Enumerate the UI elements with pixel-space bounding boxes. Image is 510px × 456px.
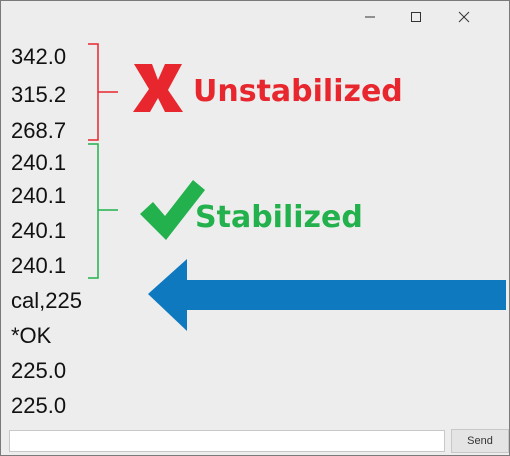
console-line: 240.1 <box>11 253 67 278</box>
console-line: cal,225 <box>11 288 82 313</box>
close-icon <box>458 11 470 23</box>
minimize-button[interactable] <box>347 1 393 33</box>
unstabilized-label: Unstabilized <box>193 74 403 109</box>
title-bar <box>1 1 509 33</box>
console-line: 225.0 <box>11 393 67 418</box>
serial-input[interactable] <box>9 430 445 452</box>
console-line: 268.7 <box>11 118 67 143</box>
input-bar: Send <box>1 427 509 455</box>
console-line: *OK <box>11 323 52 348</box>
send-button[interactable]: Send <box>451 429 509 453</box>
console-line: 342.0 <box>11 44 67 69</box>
console-line: 315.2 <box>11 82 67 107</box>
close-button[interactable] <box>441 1 487 33</box>
console-line: 225.0 <box>11 358 67 383</box>
console-line: 240.1 <box>11 183 67 208</box>
minimize-icon <box>365 16 375 18</box>
stabilized-label: Stabilized <box>195 200 363 235</box>
maximize-icon <box>411 12 421 22</box>
console-line: 240.1 <box>11 218 67 243</box>
console-line: 240.1 <box>11 150 67 175</box>
maximize-button[interactable] <box>393 1 439 33</box>
